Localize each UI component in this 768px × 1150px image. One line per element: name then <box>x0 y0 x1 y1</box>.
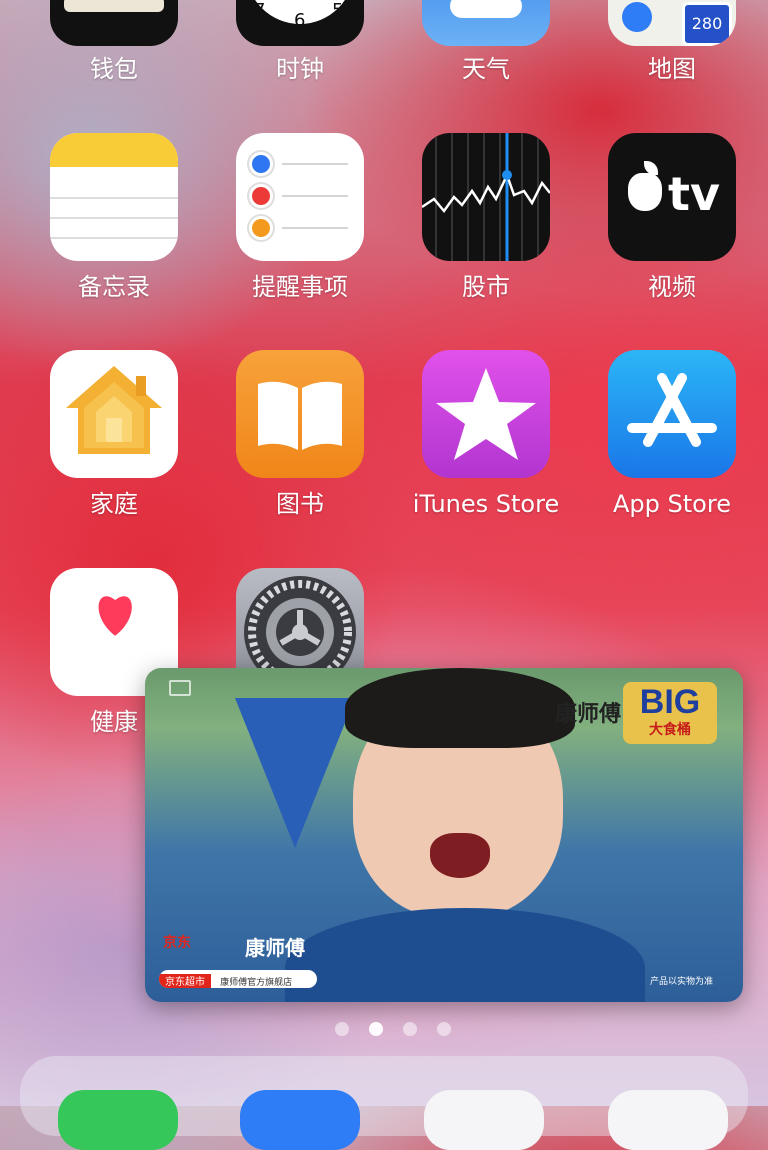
app-store-icon <box>627 373 717 447</box>
store-search-bar: 京东超市 康师傅官方旗舰店 <box>159 970 317 988</box>
big-badge: BIG 大食桶 <box>623 682 717 744</box>
stocks-label: 股市 <box>462 273 510 301</box>
page-dot-2[interactable] <box>369 1022 383 1036</box>
itunes-store-app[interactable] <box>422 350 550 478</box>
apple-tv-app[interactable]: tv <box>608 133 736 261</box>
maps-label: 地图 <box>648 55 696 83</box>
dock-app-phone[interactable] <box>58 1090 178 1150</box>
notes-label: 备忘录 <box>78 273 150 301</box>
books-label: 图书 <box>276 490 324 518</box>
person-mouth <box>430 833 490 878</box>
reminders-icon <box>252 155 270 173</box>
apple-tv-label: 视频 <box>648 273 696 301</box>
wallet-label: 钱包 <box>90 55 138 83</box>
wallet-app[interactable] <box>50 0 178 46</box>
compass-icon <box>622 2 652 32</box>
person-hair <box>345 668 575 748</box>
maps-icon: 280 <box>682 2 732 46</box>
store-name: 京东超市 <box>159 974 211 988</box>
disclaimer-text: 产品以实物为准 <box>649 977 713 987</box>
home-icon <box>66 366 162 454</box>
apple-logo-icon <box>628 173 662 211</box>
pip-video-player[interactable]: 康师傅 BIG 大食桶 京东 康师傅 京东超市 康师傅官方旗舰店 产品以实物为准 <box>145 668 743 1002</box>
dock-app-music[interactable] <box>608 1090 728 1150</box>
highway-badge: 280 <box>691 14 723 33</box>
books-icon <box>258 381 342 450</box>
maps-app[interactable]: 280 <box>608 0 736 46</box>
clock-icon: 7 6 5 <box>246 0 354 31</box>
big-badge-sub: 大食桶 <box>649 722 691 738</box>
reminders-label: 提醒事项 <box>252 273 348 301</box>
brand-logo-top: 康师傅 <box>555 701 622 727</box>
weather-label: 天气 <box>462 55 510 83</box>
books-app[interactable] <box>236 350 364 478</box>
page-dot-1[interactable] <box>335 1022 349 1036</box>
person-shirt <box>285 908 645 1002</box>
weather-app[interactable] <box>422 0 550 46</box>
weather-icon <box>450 0 522 18</box>
pip-controls-icon[interactable] <box>169 680 191 696</box>
page-dot-3[interactable] <box>403 1022 417 1036</box>
page-dot-4[interactable] <box>437 1022 451 1036</box>
star-icon <box>436 368 536 460</box>
flag-banner-shape <box>235 698 355 848</box>
home-app[interactable] <box>50 350 178 478</box>
notes-icon <box>50 133 178 167</box>
clock-label: 时钟 <box>276 55 324 83</box>
itunes-store-label: iTunes Store <box>412 490 560 518</box>
app-store-label: App Store <box>613 490 731 518</box>
app-store-app[interactable] <box>608 350 736 478</box>
jd-logo: 京东 <box>163 935 191 951</box>
dock-app-safari[interactable] <box>424 1090 544 1150</box>
reminders-app[interactable] <box>236 133 364 261</box>
stocks-icon <box>422 133 550 261</box>
home-label: 家庭 <box>90 490 138 518</box>
dock-app-mail[interactable] <box>240 1090 360 1150</box>
brand-logo-bottom: 康师傅 <box>245 936 305 960</box>
big-badge-title: BIG <box>639 683 701 721</box>
notes-app[interactable] <box>50 133 178 261</box>
store-search-text: 康师傅官方旗舰店 <box>220 978 293 988</box>
apple-tv-icon: tv <box>668 167 720 221</box>
stocks-app[interactable] <box>422 133 550 261</box>
clock-app[interactable]: 7 6 5 <box>236 0 364 46</box>
wallet-icon <box>64 0 164 12</box>
